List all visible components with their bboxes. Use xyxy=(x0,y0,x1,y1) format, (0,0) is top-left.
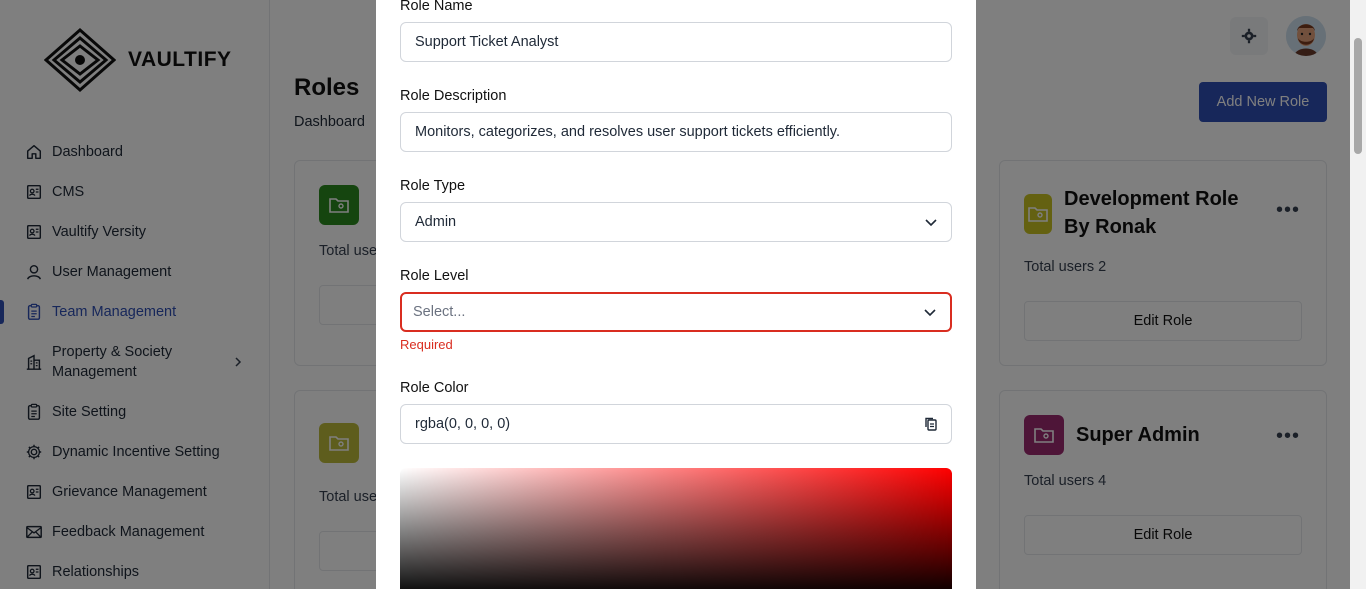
role-name-field[interactable]: Support Ticket Analyst xyxy=(400,22,952,62)
chevron-down-icon xyxy=(924,309,936,317)
role-level-error: Required xyxy=(400,337,453,352)
copy-icon[interactable] xyxy=(923,416,939,432)
role-level-select[interactable]: Select... xyxy=(400,292,952,332)
role-level-placeholder: Select... xyxy=(413,304,466,320)
role-name-label: Role Name xyxy=(400,0,473,14)
role-type-label: Role Type xyxy=(400,178,466,194)
role-type-value: Admin xyxy=(415,214,457,230)
role-description-label: Role Description xyxy=(400,88,507,104)
role-description-value: Monitors, categorizes, and resolves user… xyxy=(415,124,840,140)
role-form-modal: Role Name Support Ticket Analyst Role De… xyxy=(376,0,976,589)
role-color-label: Role Color xyxy=(400,380,469,396)
page-scrollbar[interactable] xyxy=(1350,0,1366,589)
role-color-value: rgba(0, 0, 0, 0) xyxy=(415,416,511,432)
role-name-value: Support Ticket Analyst xyxy=(415,34,559,50)
role-type-select[interactable]: Admin xyxy=(400,202,952,242)
role-color-field[interactable]: rgba(0, 0, 0, 0) xyxy=(400,404,952,444)
role-level-label: Role Level xyxy=(400,268,469,284)
scrollbar-thumb[interactable] xyxy=(1354,38,1362,154)
color-picker-saturation-area[interactable] xyxy=(400,468,952,589)
role-description-field[interactable]: Monitors, categorizes, and resolves user… xyxy=(400,112,952,152)
chevron-down-icon xyxy=(925,219,937,227)
